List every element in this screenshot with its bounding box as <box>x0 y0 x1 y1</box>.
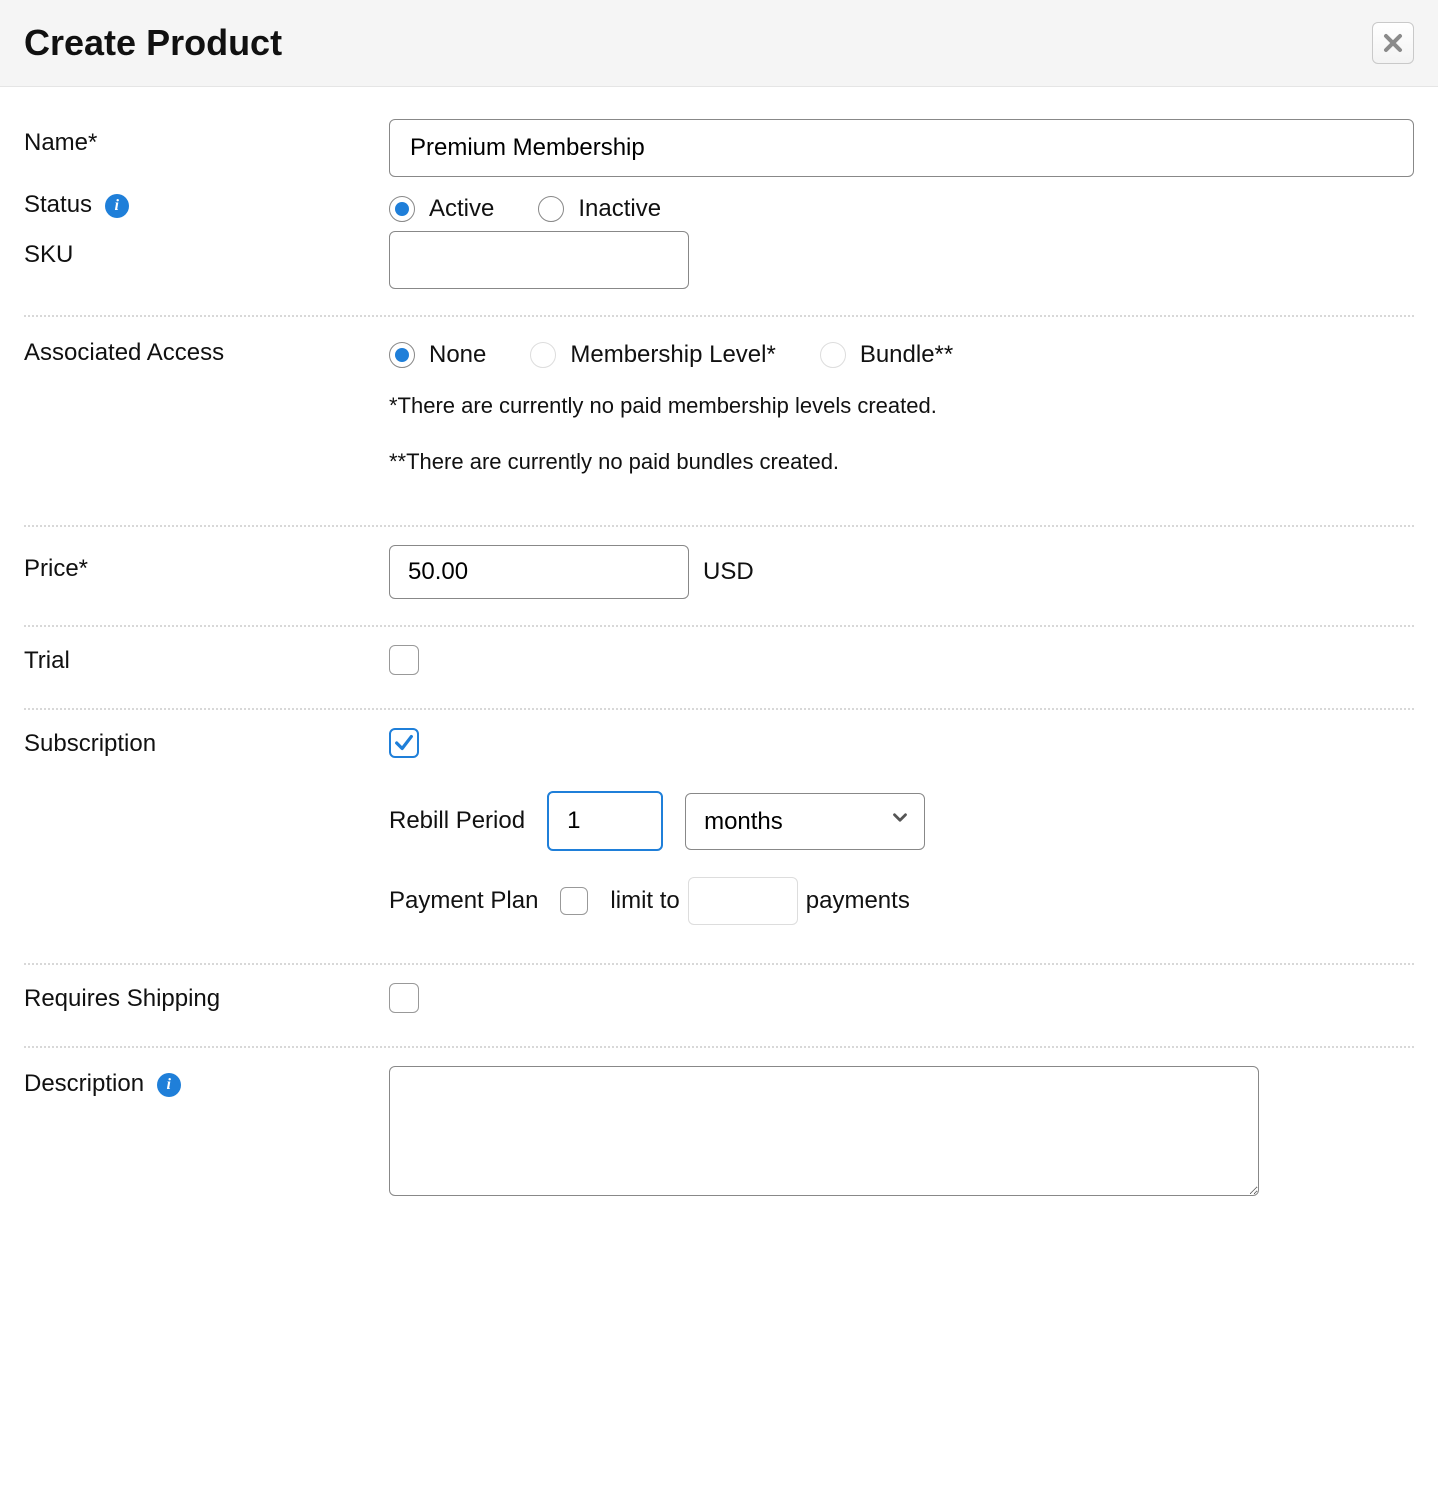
footnote-bundle: **There are currently no paid bundles cr… <box>389 449 1414 475</box>
name-input[interactable] <box>389 119 1414 177</box>
limit-payments-input[interactable] <box>688 877 798 925</box>
label-status: Status <box>24 191 92 218</box>
radio-label-membership: Membership Level* <box>570 341 775 369</box>
row-requires-shipping: Requires Shipping <box>24 971 1414 1048</box>
label-requires-shipping: Requires Shipping <box>24 983 389 1013</box>
label-name: Name* <box>24 119 389 157</box>
label-associated-access: Associated Access <box>24 335 389 367</box>
row-sku: SKU <box>24 227 1414 317</box>
label-payments: payments <box>806 887 910 915</box>
radio-status-active[interactable] <box>389 196 415 222</box>
rebill-unit-select[interactable]: months <box>685 793 925 850</box>
radio-label-bundle: Bundle** <box>860 341 953 369</box>
limit-checkbox[interactable] <box>560 887 588 915</box>
description-textarea[interactable] <box>389 1066 1259 1196</box>
rebill-block: Rebill Period months <box>389 791 1414 851</box>
info-icon[interactable]: i <box>105 194 129 218</box>
label-payment-plan: Payment Plan <box>389 887 538 915</box>
check-icon <box>393 732 415 754</box>
row-name: Name* <box>24 107 1414 189</box>
shipping-checkbox[interactable] <box>389 983 419 1013</box>
label-sku: SKU <box>24 231 389 269</box>
label-limit-to: limit to <box>610 887 679 915</box>
radio-label-inactive: Inactive <box>578 195 661 223</box>
info-icon[interactable]: i <box>157 1073 181 1097</box>
radio-label-none: None <box>429 341 486 369</box>
close-button[interactable] <box>1372 22 1414 64</box>
trial-checkbox[interactable] <box>389 645 419 675</box>
row-description: Description i <box>24 1054 1414 1215</box>
label-subscription: Subscription <box>24 728 389 758</box>
subscription-checkbox[interactable] <box>389 728 419 758</box>
radio-status-inactive[interactable] <box>538 196 564 222</box>
radio-access-none[interactable] <box>389 342 415 368</box>
sku-input[interactable] <box>389 231 689 289</box>
row-status: Status i Active Inactive <box>24 189 1414 227</box>
row-price: Price* USD <box>24 533 1414 627</box>
close-icon <box>1382 32 1404 54</box>
label-price: Price* <box>24 545 389 583</box>
row-associated-access: Associated Access None Membership Level*… <box>24 323 1414 527</box>
dialog-title: Create Product <box>24 22 282 64</box>
rebill-count-input[interactable] <box>547 791 663 851</box>
label-trial: Trial <box>24 645 389 675</box>
label-rebill: Rebill Period <box>389 807 525 835</box>
payment-plan-block: Payment Plan limit to payments <box>389 877 1414 925</box>
dialog-header: Create Product <box>0 0 1438 87</box>
form-body: Name* Status i Active Inactive SKU Assoc… <box>0 87 1438 1215</box>
footnote-membership: *There are currently no paid membership … <box>389 393 1414 419</box>
row-subscription: Subscription Rebill Period months Pay <box>24 716 1414 965</box>
row-trial: Trial <box>24 633 1414 710</box>
radio-label-active: Active <box>429 195 494 223</box>
label-description: Description <box>24 1070 144 1097</box>
radio-access-membership[interactable] <box>530 342 556 368</box>
price-input[interactable] <box>389 545 689 599</box>
currency-label: USD <box>703 558 754 586</box>
radio-access-bundle[interactable] <box>820 342 846 368</box>
